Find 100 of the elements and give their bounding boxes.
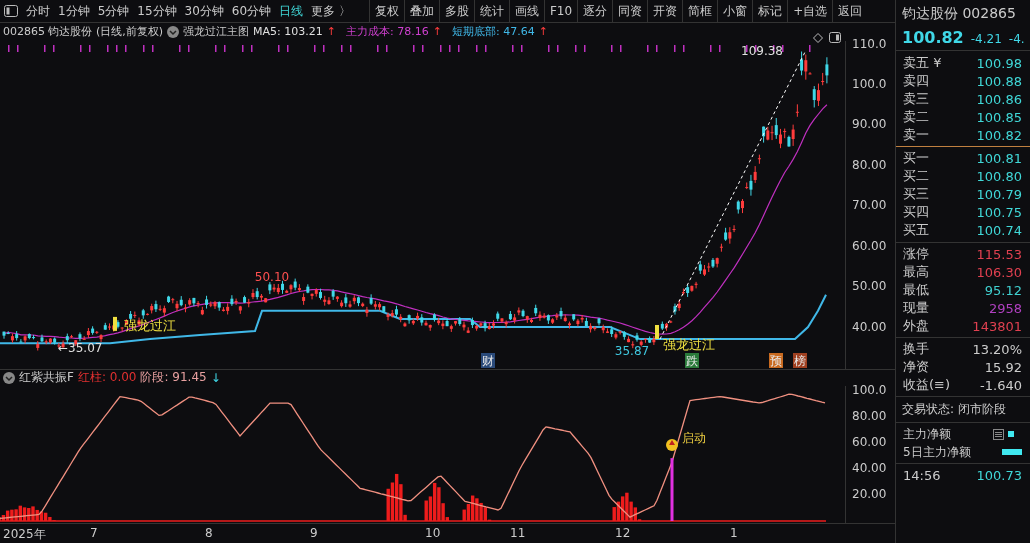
stat-value: 106.30 <box>976 264 1022 280</box>
chart-label: 强龙过江 <box>663 336 715 352</box>
stat-value: 95.12 <box>984 282 1022 298</box>
chart-title: 002865 钧达股份 (日线,前复权) <box>3 24 164 40</box>
last-price: 100.82 <box>902 28 964 47</box>
period-tab[interactable]: 更多 〉 <box>311 2 351 20</box>
list-icon[interactable] <box>993 428 1004 440</box>
signal-marker <box>113 316 117 331</box>
order-label: 卖四 <box>903 72 929 90</box>
order-price: 100.80 <box>976 168 1022 184</box>
indicator-value: MA5: 103.21 <box>253 25 323 39</box>
toolbar-button[interactable]: 简框 <box>682 0 718 22</box>
order-price: 100.98 <box>976 55 1022 71</box>
stat-value: 115.53 <box>976 246 1022 262</box>
dropdown-icon[interactable] <box>167 25 180 38</box>
tick-time: 14:56 <box>903 467 941 483</box>
flow-label: 5日主力净额 <box>903 443 971 461</box>
axis-label: 40.00 <box>852 461 887 476</box>
stat-value: 15.92 <box>984 359 1022 375</box>
stat-label: 外盘 <box>903 317 929 335</box>
toolbar-button[interactable]: 逐分 <box>577 0 613 22</box>
axis-label: 9 <box>310 525 318 540</box>
flow-bar <box>1002 449 1022 455</box>
period-tab[interactable]: 15分钟 <box>137 2 177 20</box>
period-tab[interactable]: 30分钟 <box>184 2 224 20</box>
axis-label: 90.00 <box>852 117 887 132</box>
order-price: 100.82 <box>976 127 1022 143</box>
toolbar-button[interactable]: 开资 <box>647 0 683 22</box>
toolbar-button[interactable]: 叠加 <box>403 0 439 22</box>
arrow-icon: ↑ <box>326 25 336 39</box>
axis-label: 1 <box>730 525 738 540</box>
toolbar-button[interactable]: 画线 <box>508 0 544 22</box>
period-tab[interactable]: 日线 <box>279 2 304 20</box>
signal-marker <box>655 324 659 339</box>
event-marker: 财 <box>481 352 495 368</box>
stat-label: 现量 <box>903 299 929 317</box>
toolbar-button[interactable]: +自选 <box>787 0 833 22</box>
arrow-icon: ↑ <box>538 25 548 39</box>
chart-label: 109.38 <box>741 43 783 58</box>
indicator-value: 短期底部: 47.64 <box>451 24 535 40</box>
axis-label: 60.00 <box>852 238 887 253</box>
stat-value: 2958 <box>988 300 1022 316</box>
signal-label: 启动 <box>682 430 706 445</box>
order-price: 100.75 <box>976 204 1022 220</box>
toolbar-button[interactable]: 小窗 <box>717 0 753 22</box>
sidebar-icon[interactable] <box>4 5 18 17</box>
stock-title: 钧达股份 002865 <box>901 4 1017 23</box>
period-tab[interactable]: 分时 <box>26 2 50 20</box>
event-marker: 跌 <box>685 352 699 368</box>
toolbar-button[interactable]: F10 <box>543 0 578 22</box>
panel-icon[interactable] <box>829 31 841 43</box>
order-label: 卖五 ¥ <box>903 54 942 72</box>
toolbar-button[interactable]: 返回 <box>832 0 868 22</box>
order-label: 卖三 <box>903 90 929 108</box>
arrow-icon: ↓ <box>210 370 221 385</box>
order-price: 100.79 <box>976 186 1022 202</box>
template-name: 强龙过江主图 <box>183 24 250 40</box>
chart-label: 50.10 <box>254 269 290 284</box>
order-price: 100.85 <box>976 109 1022 125</box>
axis-label: 8 <box>205 525 213 540</box>
arrow-icon: ↑ <box>432 25 442 39</box>
event-marker: 预 <box>769 352 783 368</box>
period-tab[interactable]: 5分钟 <box>97 2 130 20</box>
order-price: 100.81 <box>976 150 1022 166</box>
stat-label: 净资 <box>903 358 929 376</box>
toolbar-button[interactable]: 多股 <box>438 0 474 22</box>
order-label: 卖二 <box>903 108 929 126</box>
order-label: 买一 <box>903 149 929 167</box>
indicator-name: 红紫共振F <box>19 369 74 387</box>
toolbar-button[interactable]: 标记 <box>752 0 788 22</box>
axis-label: 80.00 <box>852 157 887 172</box>
toolbar-button[interactable]: 统计 <box>473 0 509 22</box>
order-label: 买三 <box>903 185 929 203</box>
stat-value: -1.640 <box>980 377 1022 393</box>
toolbar-button[interactable]: 同资 <box>612 0 648 22</box>
diamond-icon[interactable] <box>813 32 823 43</box>
period-tab[interactable]: 1分钟 <box>58 2 90 20</box>
event-marker: 榜 <box>793 352 807 368</box>
stat-value: 143801 <box>972 318 1022 334</box>
axis-label: 40.00 <box>852 319 887 334</box>
axis-label: 50.00 <box>852 279 887 294</box>
stat-label: 收益(≡) <box>903 376 951 394</box>
dropdown-icon[interactable] <box>3 371 15 384</box>
axis-label: 110.0 <box>852 36 887 51</box>
percent-change: -4. <box>1008 32 1025 46</box>
toolbar-button[interactable]: 复权 <box>368 0 404 22</box>
period-tab[interactable]: 60分钟 <box>231 2 272 20</box>
axis-label: 11 <box>510 525 526 540</box>
flow-marker <box>1008 431 1014 437</box>
stat-label: 涨停 <box>903 245 929 263</box>
chart-label: 35.87 <box>614 343 650 358</box>
axis-label: 2025年 <box>3 525 46 543</box>
trading-status: 交易状态: 闭市阶段 <box>896 396 1030 422</box>
axis-label: 10 <box>425 525 441 540</box>
axis-label: 80.00 <box>852 408 887 423</box>
axis-label: 20.00 <box>852 487 887 502</box>
axis-label: 100.0 <box>852 382 887 397</box>
stat-value: 13.20% <box>972 341 1022 357</box>
indicator-value: 红柱: 0.00 <box>77 369 137 387</box>
flow-label: 主力净额 <box>903 425 951 443</box>
